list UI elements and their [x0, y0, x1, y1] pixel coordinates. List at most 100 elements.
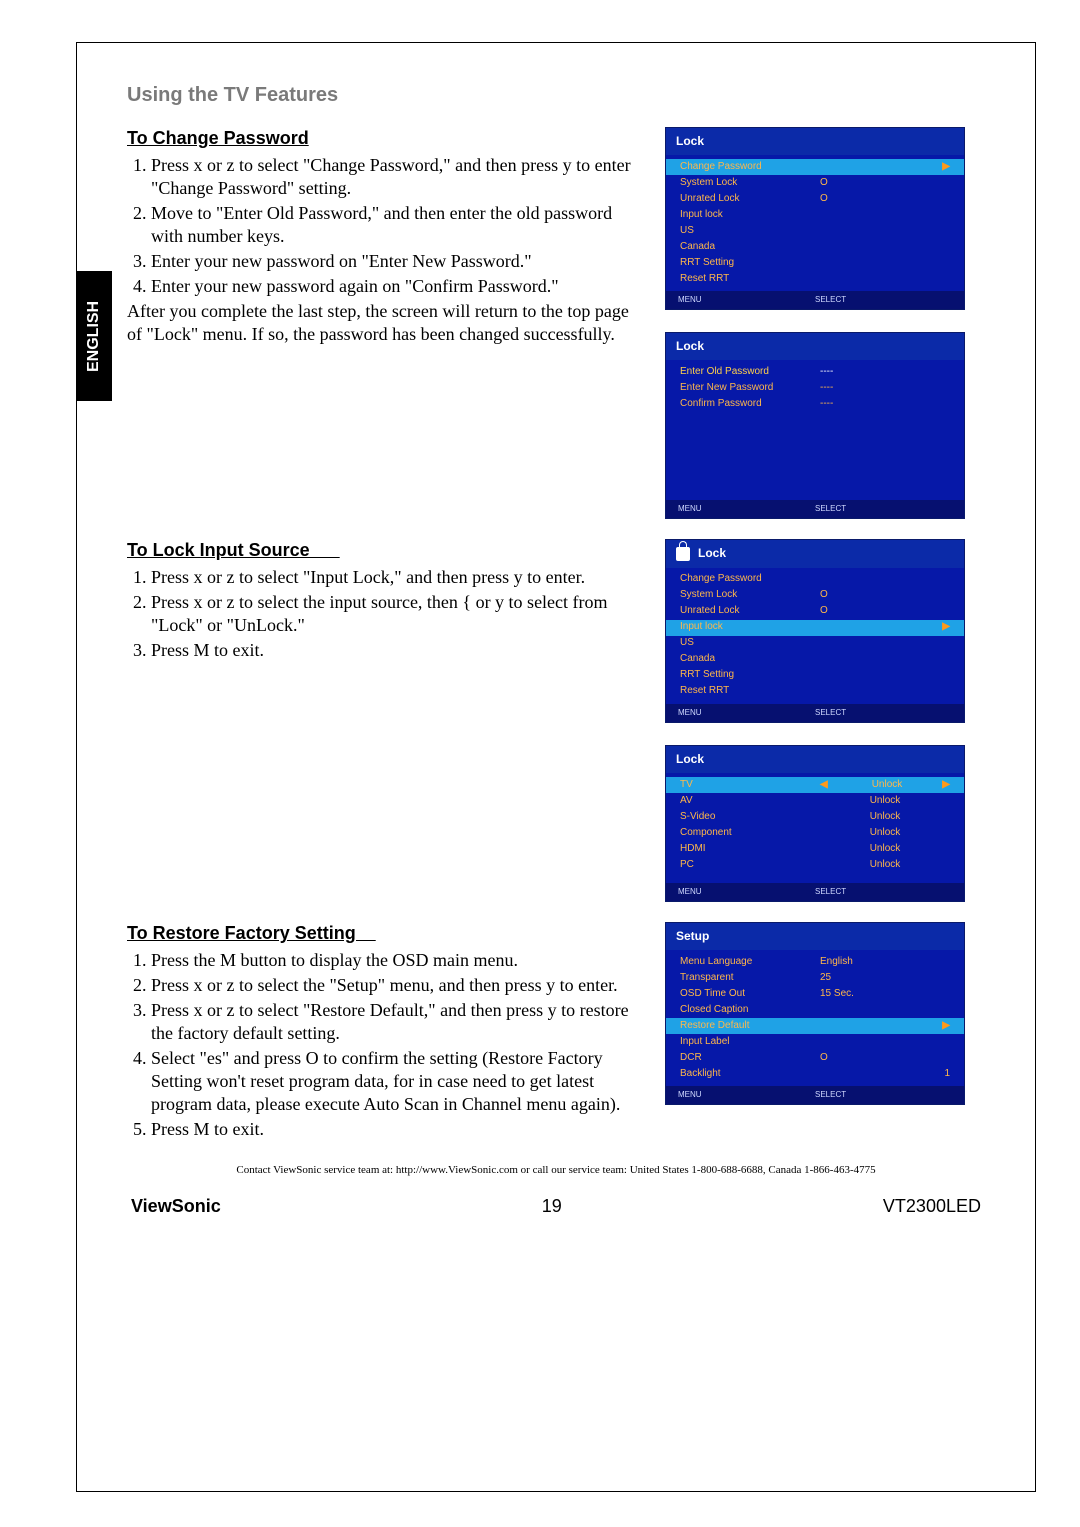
text-column: To Lock Input Source Press x or z to sel… — [127, 539, 637, 664]
osd-value: Unlock — [820, 843, 950, 856]
osd-lock-inputselect: Lock Change Password System LockO Unrate… — [665, 539, 965, 722]
osd-value: ---- — [820, 398, 950, 411]
osd-row[interactable]: Unrated LockO — [666, 604, 964, 620]
osd-footer: MENUSELECT — [666, 1086, 964, 1104]
osd-label: Change Password — [680, 161, 820, 174]
osd-label: Component — [680, 827, 820, 840]
osd-value: Unlock — [832, 779, 943, 792]
osd-foot-right: SELECT — [815, 1090, 846, 1100]
osd-value: O — [820, 193, 950, 206]
osd-label: DCR — [680, 1052, 820, 1065]
osd-row[interactable]: S-VideoUnlock — [666, 809, 964, 825]
osd-value: 1 — [820, 1068, 950, 1081]
step: Press x or z to select "Change Password,… — [151, 154, 637, 200]
page-number: 19 — [542, 1195, 562, 1218]
osd-label: Input lock — [680, 209, 820, 222]
page: ENGLISH Using the TV Features To Change … — [76, 42, 1036, 1492]
osd-row[interactable]: Closed Caption — [666, 1002, 964, 1018]
osd-row[interactable]: RRT Setting — [666, 668, 964, 684]
osd-body: Change Password System LockO Unrated Loc… — [666, 568, 964, 704]
osd-foot-left: MENU — [678, 1090, 815, 1100]
osd-column: Lock Change Password ▶ System LockO Unrat… — [665, 127, 985, 520]
osd-row[interactable]: PCUnlock — [666, 857, 964, 873]
language-tab: ENGLISH — [76, 271, 112, 401]
content-area: Using the TV Features To Change Password… — [77, 43, 1035, 1238]
osd-row[interactable]: DCRO — [666, 1050, 964, 1066]
osd-label: Confirm Password — [680, 398, 820, 411]
osd-label: RRT Setting — [680, 257, 820, 270]
step: Press x or z to select the "Setup" menu,… — [151, 974, 637, 997]
osd-body: TV◀Unlock▶ AVUnlock S-VideoUnlock Compon… — [666, 773, 964, 883]
osd-foot-left: MENU — [678, 708, 815, 718]
osd-row[interactable]: Enter New Password---- — [666, 380, 964, 396]
steps-lock-input: Press x or z to select "Input Lock," and… — [127, 566, 637, 662]
step: Press x or z to select "Restore Default,… — [151, 999, 637, 1045]
osd-row[interactable]: RRT Setting — [666, 255, 964, 271]
osd-title: Lock — [666, 333, 964, 360]
osd-row[interactable]: ComponentUnlock — [666, 825, 964, 841]
lock-icon — [676, 547, 690, 561]
osd-label: System Lock — [680, 177, 820, 190]
osd-label: Canada — [680, 241, 820, 254]
osd-row[interactable]: Enter Old Password---- — [666, 364, 964, 380]
osd-row[interactable]: AVUnlock — [666, 793, 964, 809]
osd-value: O — [820, 1052, 950, 1065]
osd-label: Unrated Lock — [680, 605, 820, 618]
osd-label: Enter Old Password — [680, 366, 820, 379]
osd-row[interactable]: Input lock▶ — [666, 620, 964, 636]
osd-footer: MENUSELECT — [666, 500, 964, 518]
osd-label: Menu Language — [680, 956, 820, 969]
osd-setup: Setup Menu LanguageEnglish Transparent25… — [665, 922, 965, 1105]
osd-row[interactable]: Transparent25 — [666, 970, 964, 986]
section-header: Using the TV Features — [127, 83, 985, 109]
osd-title-text: Lock — [698, 546, 726, 561]
section-change-password: To Change Password Press x or z to selec… — [127, 127, 985, 520]
osd-label: PC — [680, 859, 820, 872]
osd-row[interactable]: Canada — [666, 652, 964, 668]
osd-row[interactable]: Confirm Password---- — [666, 396, 964, 412]
osd-label: System Lock — [680, 589, 820, 602]
osd-row[interactable]: OSD Time Out15 Sec. — [666, 986, 964, 1002]
osd-label: S-Video — [680, 811, 820, 824]
osd-row[interactable]: Reset RRT — [666, 684, 964, 700]
osd-row[interactable]: US — [666, 636, 964, 652]
osd-row[interactable]: System LockO — [666, 175, 964, 191]
osd-row[interactable]: Unrated LockO — [666, 191, 964, 207]
osd-title: Setup — [666, 923, 964, 950]
osd-title: Lock — [666, 540, 964, 567]
osd-label: AV — [680, 795, 820, 808]
osd-row[interactable]: Input lock — [666, 207, 964, 223]
osd-label: TV — [680, 779, 820, 792]
osd-row[interactable]: Change Password — [666, 572, 964, 588]
arrow-right-icon: ▶ — [942, 621, 950, 634]
step: Press x or z to select the input source,… — [151, 591, 637, 637]
steps-restore: Press the M button to display the OSD ma… — [127, 949, 637, 1141]
osd-value: ---- — [820, 382, 950, 395]
arrow-right-icon: ▶ — [942, 1020, 950, 1033]
osd-row[interactable]: Backlight1 — [666, 1066, 964, 1082]
osd-label: Canada — [680, 653, 820, 666]
osd-row[interactable]: Restore Default ▶ — [666, 1018, 964, 1034]
osd-row[interactable]: Canada — [666, 239, 964, 255]
osd-row[interactable]: US — [666, 223, 964, 239]
osd-label: US — [680, 637, 820, 650]
osd-label: Reset RRT — [680, 685, 820, 698]
osd-row[interactable]: Input Label — [666, 1034, 964, 1050]
osd-label: Restore Default — [680, 1020, 820, 1033]
osd-row[interactable]: Menu LanguageEnglish — [666, 954, 964, 970]
osd-row[interactable]: Change Password ▶ — [666, 159, 964, 175]
osd-row[interactable]: TV◀Unlock▶ — [666, 777, 964, 793]
osd-footer: MENUSELECT — [666, 883, 964, 901]
osd-row[interactable]: Reset RRT — [666, 271, 964, 287]
sub-header-restore: To Restore Factory Setting — [127, 922, 637, 945]
osd-row[interactable]: System LockO — [666, 588, 964, 604]
model-number: VT2300LED — [883, 1195, 981, 1218]
step: Enter your new password on "Enter New Pa… — [151, 250, 637, 273]
arrow-right-icon: ▶ — [942, 161, 950, 174]
brand-name: ViewSonic — [131, 1195, 221, 1218]
osd-row[interactable]: HDMIUnlock — [666, 841, 964, 857]
page-footer: ViewSonic 19 VT2300LED — [127, 1195, 985, 1218]
osd-label: Backlight — [680, 1068, 820, 1081]
osd-foot-left: MENU — [678, 504, 815, 514]
step: Press the M button to display the OSD ma… — [151, 949, 637, 972]
